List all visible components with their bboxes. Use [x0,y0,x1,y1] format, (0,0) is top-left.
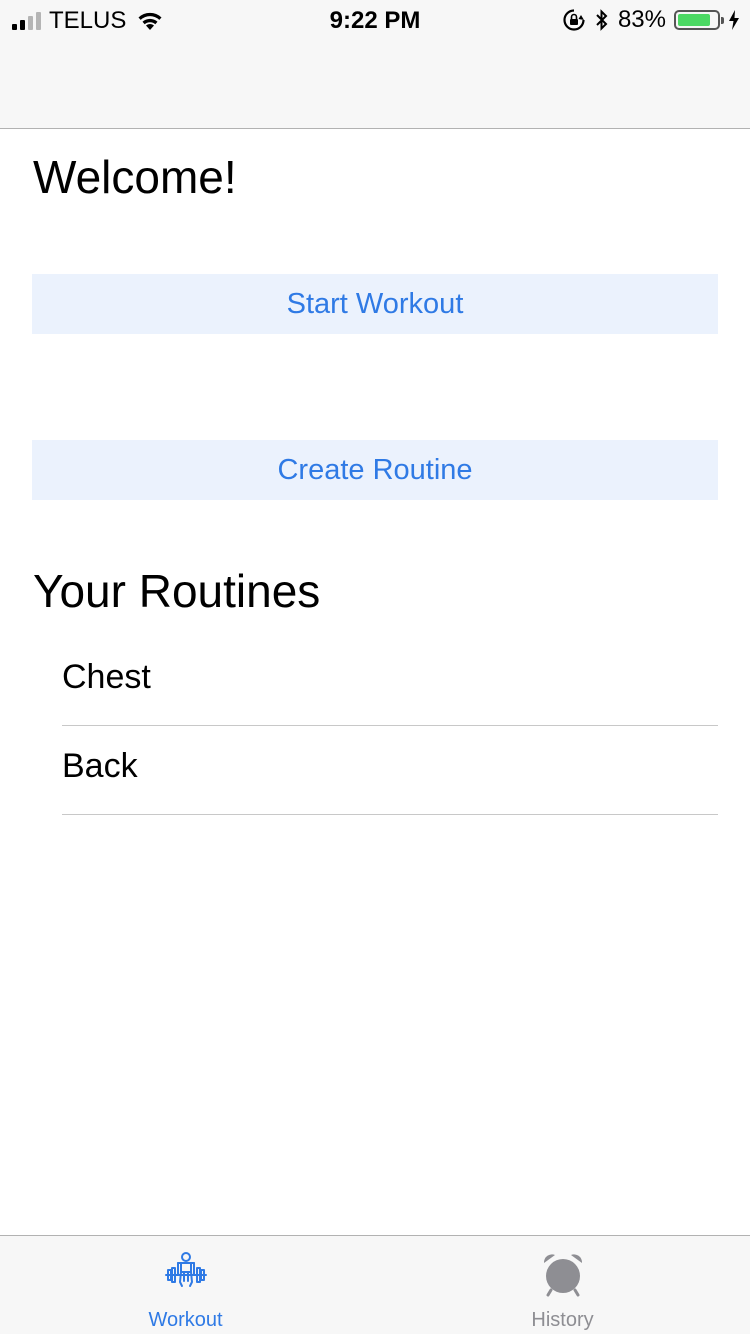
start-workout-button[interactable]: Start Workout [32,274,718,334]
weightlifter-icon [165,1252,207,1287]
rotation-lock-icon [563,9,585,31]
bluetooth-icon [596,9,608,31]
tab-workout[interactable]: Workout [0,1236,375,1335]
routine-item-back[interactable]: Back [62,726,718,815]
battery-level-fill [678,14,710,26]
battery-percent: 83% [617,6,666,33]
tab-bar: Workout History [0,1235,750,1334]
navigation-bar [0,40,750,129]
routines-heading: Your Routines [33,565,321,617]
tab-history-label: History [531,1309,594,1331]
battery-icon [674,10,724,30]
page-title: Welcome! [33,151,237,203]
routine-item-chest[interactable]: Chest [62,637,718,726]
tab-workout-label: Workout [148,1309,223,1331]
status-bar: TELUS 9:22 PM 83% [0,0,750,40]
routine-list: Chest Back [62,637,718,815]
status-right: 83% [562,6,740,33]
alarm-clock-icon [543,1254,583,1297]
charging-icon [729,10,739,30]
create-routine-button[interactable]: Create Routine [32,440,718,500]
tab-history[interactable]: History [375,1236,750,1335]
